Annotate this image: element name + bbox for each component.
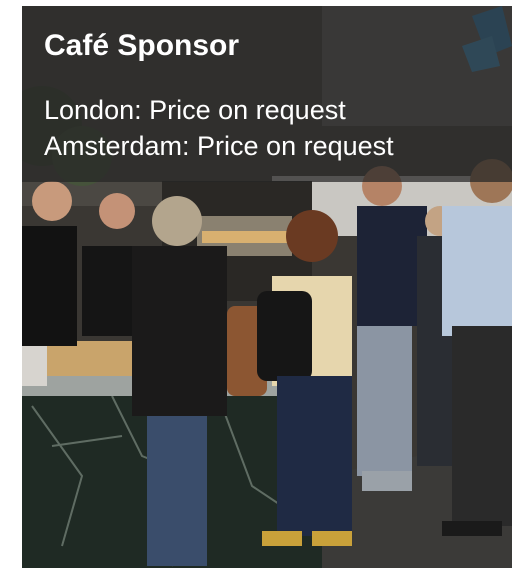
price-amsterdam: Amsterdam: Price on request [44,131,394,161]
price-london: London: Price on request [44,95,346,125]
sponsor-card[interactable]: Café Sponsor London: Price on request Am… [22,6,512,568]
card-title: Café Sponsor [44,29,240,62]
